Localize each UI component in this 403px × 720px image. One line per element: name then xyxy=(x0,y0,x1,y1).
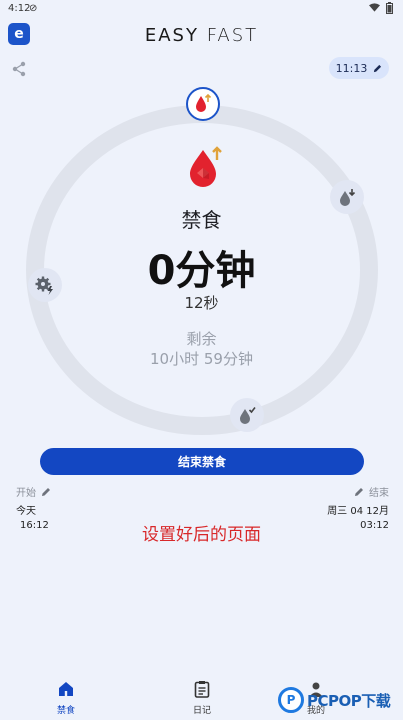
stage-marker-complete[interactable] xyxy=(230,398,264,432)
elapsed-time: 0分钟 xyxy=(147,248,256,294)
battery-icon xyxy=(386,2,393,14)
nav-label-diary: 日记 xyxy=(192,706,211,716)
status-time: 4:12 xyxy=(8,3,31,14)
edit-icon xyxy=(355,487,363,496)
blood-drop-up-icon xyxy=(196,93,212,112)
end-day: 周三 04 12月 xyxy=(327,506,389,517)
caption-annotation: 设置好后的页面 xyxy=(142,525,261,545)
app-header: e EASY FAST xyxy=(0,20,403,52)
watermark-text: PCPOP下载 xyxy=(307,691,391,710)
nav-label-fast: 禁食 xyxy=(56,706,75,716)
dnd-icon: ⊘ xyxy=(29,3,38,14)
time-pill-value: 11:13 xyxy=(335,61,368,75)
app-title-part2: FAST xyxy=(206,25,259,46)
end-fast-button[interactable]: 结束禁食 xyxy=(40,448,364,475)
stage-label: 禁食 xyxy=(181,208,222,232)
drop-check-icon xyxy=(240,407,256,424)
share-icon[interactable] xyxy=(10,60,28,78)
watermark: P PCPOP下载 xyxy=(278,684,402,716)
stage-marker-blood-sugar[interactable] xyxy=(186,87,220,121)
status-bar: 4:12 ⊘ xyxy=(0,0,403,18)
nav-item-diary[interactable]: 日记 xyxy=(172,680,232,716)
remaining-label: 剩余 xyxy=(186,330,217,348)
clipboard-icon xyxy=(194,681,210,698)
start-label: 开始 xyxy=(16,488,36,499)
edit-icon xyxy=(42,487,50,496)
end-label: 结束 xyxy=(369,488,389,499)
start-day: 今天 xyxy=(16,506,36,517)
app-title: EASY FAST xyxy=(0,25,403,46)
remaining-time: 10小时 59分钟 xyxy=(150,350,253,368)
wifi-icon xyxy=(369,3,380,12)
blood-drop-icon xyxy=(190,146,222,187)
edit-icon xyxy=(374,64,382,72)
elapsed-seconds: 12秒 xyxy=(184,294,219,312)
home-icon xyxy=(59,682,73,696)
watermark-logo: P xyxy=(278,687,304,713)
nav-item-fast[interactable]: 禁食 xyxy=(36,680,96,716)
time-pill[interactable]: 11:13 xyxy=(329,57,389,79)
app-title-part1: EASY xyxy=(144,25,199,46)
